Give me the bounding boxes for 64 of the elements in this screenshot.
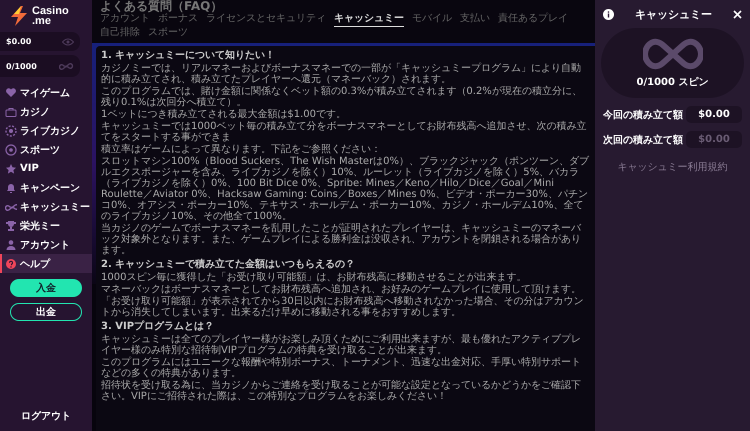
paragraph: 1ベットにつき積み立てされる最大金額は$1.00です。 (101, 109, 347, 120)
faq-tab[interactable]: 支払い (460, 13, 490, 27)
nav-item[interactable]: スポーツ (0, 140, 92, 159)
faq-tab[interactable]: スポーツ (148, 27, 188, 40)
logout-link[interactable]: ログアウト (21, 409, 71, 423)
nav-item[interactable]: マイゲーム (0, 83, 92, 102)
faq-tab[interactable]: ボーナス (158, 13, 198, 27)
ball-icon (5, 144, 17, 156)
paragraph: 招待状を受け取る為に、当カジノからご連絡を受け取ることが可能な設定となっているかどうかをご確認下さい。VIPにご招待された際は、この特別なプログラムをお楽しみください！ (101, 380, 582, 402)
amount-label: 今回の積み立て額 (603, 108, 683, 122)
nav-item[interactable]: ライブカジノ (0, 121, 92, 140)
section-heading: 2. キャッシュミーで積み立てた金額はいつもらえるの？ (101, 259, 356, 271)
lightning-logo-icon (10, 6, 28, 26)
nav-item[interactable]: キャンペーン (0, 178, 92, 197)
spin-count: 0/1000 (6, 62, 37, 70)
paragraph: マネーバックはボーナスマネーとしてお財布残高へ追加され、お好みのゲームプレイに使用して頂けます。 (101, 284, 582, 295)
person-icon (5, 238, 17, 250)
close-icon (733, 10, 742, 18)
paragraph: カジノミーでは、リアルマネーおよびボーナスマネーでの一部が「キャッシュミープログラム」により自動的に積み立てされ、積み立てたプレイヤーへ還元（マネーバック）されます。 (101, 63, 582, 85)
balance-amount: $0.00 (6, 37, 32, 46)
faq-tab[interactable]: キャッシュミー (334, 13, 404, 27)
nav-item[interactable]: ヘルプ (0, 254, 92, 273)
faq-tab[interactable]: ライセンスとセキュリティ (206, 13, 326, 27)
panel-title: キャッシュミー (635, 6, 712, 22)
briefcase-icon (5, 106, 17, 118)
nav-item[interactable]: キャッシュミー (0, 197, 92, 216)
logo-text: Casino .me (32, 6, 69, 26)
paragraph: 積立率はゲームによって異なります。下記をご参照ください： (101, 144, 382, 155)
amount-value: $0.00 (686, 131, 742, 148)
infinity-icon (642, 37, 702, 71)
info-icon (603, 8, 614, 20)
chip-icon (5, 124, 17, 136)
faq-tab[interactable]: 自己排除 (100, 27, 140, 40)
deposit-button[interactable]: 入金 (10, 279, 82, 297)
help-icon (5, 258, 17, 270)
trophy-icon (5, 220, 17, 232)
faq-tab[interactable]: 責任あるプレイ (498, 13, 568, 27)
infinity-icon (59, 60, 74, 72)
faq-tab[interactable]: モバイル (412, 13, 452, 27)
paragraph: 「お受け取り可能額」が表示されてから30日以内にお財布残高へ移動されなかった場合、その分はアカウントから消失してしまいます。出来るだけ早めに移動される事をおすすめします。 (101, 296, 585, 318)
terms-link[interactable]: キャッシュミー利用規約 (603, 160, 742, 174)
amount-label: 次回の積み立て額 (603, 133, 683, 146)
paragraph: キャッシュミーは全てのプレイヤー様がお楽しみ頂くためにご利用出来ますが、最も優れたアクティブプレイヤー様のみ特別な招待制VIPプログラムの特典を受け取ることが出来ます。 (101, 334, 582, 356)
spin-count: 0/1000 スピン (636, 76, 708, 89)
withdraw-button[interactable]: 出金 (10, 303, 82, 321)
faq-tab[interactable]: アカウント (100, 13, 150, 27)
nav-item[interactable]: 栄光ミー (0, 216, 92, 235)
paragraph: 1000スピン毎に獲得した「お受け取り可能額」は、お財布残高に移動させることが出来ます。 (101, 272, 528, 283)
section-heading: 3. VIPプログラムとは？ (101, 321, 216, 333)
nav-item[interactable]: アカウント (0, 235, 92, 254)
nav-item[interactable]: VIP (0, 159, 92, 178)
eye-icon (62, 38, 74, 46)
amount-value: $0.00 (686, 106, 742, 123)
paragraph: 当カジノのゲームでボーナスマネーを乱用したことが証明されたプレイヤーは、キャッシュミーのマネーバック対象外となります。また、ゲームプレイによる勝利金は没収され、アカウントを閉鎖される場合があります。 (101, 223, 582, 256)
paragraph: このプログラムでは、賭け金額に関係なくベット額の0.3%が積み立てされます（0.2%が現在の積立分に、残り0.1%は次回分へ積立て）。 (101, 86, 583, 108)
paragraph: キャッシュミーでは1000ベット毎の積み立て分をボーナスマネーとしてお財布残高へ追加させ、次の積み立てをスタートする事ができま (101, 121, 588, 143)
nav-item[interactable]: カジノ (0, 102, 92, 121)
paragraph: スロットマシン100%（Blood Suckers、The Wish Masterは0%）、ブラックジャック（ポンツーン、ダブルエクスポージャーを含み、ライブカジノを除く）10%、ルーレット（ライブカジノを除く）5%、バカラ（ライブカジノを除く）0%、100 Bit Dice 0%、Spribe: Mines／Keno／Hilo／Dice／Goal／Mini Roulette／Aviator 0%、Hacksaw Gaming: Coins／Boxes／Mines 0%、ビデオ・ポーカー30%、パチンコ0%、オアシス・ポーカー10%、テキサス・ホールデム・ポーカー10%、カジノ・ホールデム10%、全てのライブカジノ10%、その他全て100%。 (101, 156, 590, 222)
bell-icon (5, 182, 17, 194)
section-heading: 1. キャッシュミーについて知りたい！ (101, 50, 276, 62)
paragraph: このプログラムにはユニークな報酬や特別ボーナス、トーナメント、迅速な出金対応、手厚い特別サポートなどの多くの特典があります。 (101, 357, 582, 379)
page-title: よくある質問（FAQ） (100, 0, 224, 13)
star-icon (5, 162, 17, 174)
heart-icon (5, 86, 17, 98)
